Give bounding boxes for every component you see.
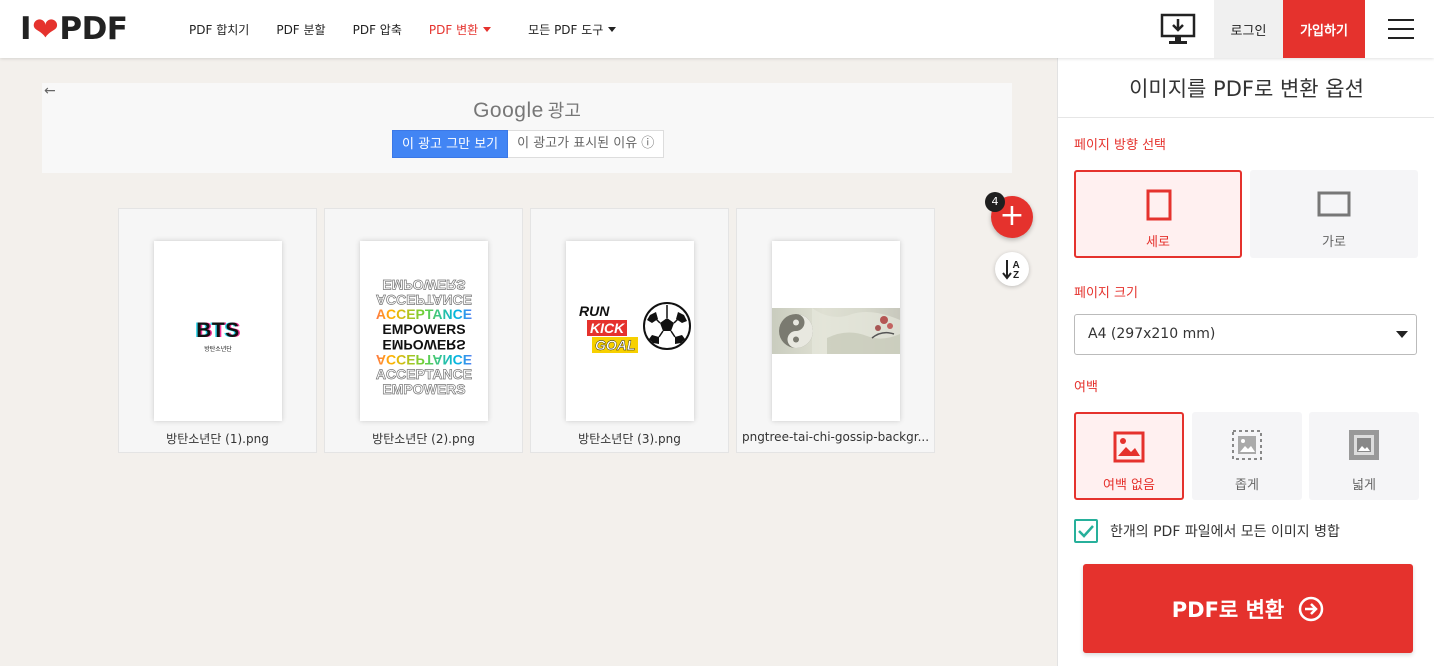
google-wordmark: Google: [473, 99, 544, 122]
option-label: 여백 없음: [1103, 478, 1155, 493]
svg-text:Z: Z: [1013, 270, 1019, 281]
thumb-line: GOAL: [592, 337, 639, 353]
file-thumbnail: BTS 방탄소년단: [154, 241, 282, 421]
login-button[interactable]: 로그인: [1214, 0, 1283, 58]
nav-convert-label: PDF 변환: [428, 22, 479, 37]
nav-split-pdf[interactable]: PDF 분할: [276, 21, 325, 38]
margin-small-option[interactable]: 좁게: [1192, 412, 1302, 500]
nav-merge-pdf[interactable]: PDF 합치기: [189, 21, 249, 38]
file-thumbnail: [772, 241, 900, 421]
ilovepdf-logo[interactable]: I ❤ PDF: [20, 10, 128, 48]
file-card[interactable]: pngtree-tai-chi-gossip-backgr...: [736, 208, 935, 453]
ad-label: 광고: [547, 101, 581, 122]
orientation-landscape-option[interactable]: 가로: [1250, 170, 1418, 258]
convert-to-pdf-button[interactable]: PDF로 변환: [1083, 564, 1413, 653]
caret-down-icon: [608, 26, 617, 32]
thumb-line: EMPOWERS: [382, 277, 466, 294]
thumb-line: ACCEPTANCE: [375, 366, 473, 382]
option-label: 넓게: [1352, 478, 1376, 493]
merge-option[interactable]: 한개의 PDF 파일에서 모든 이미지 병합: [1074, 519, 1340, 543]
orientation-portrait-option[interactable]: 세로: [1074, 170, 1242, 258]
thumb-line: EMPOWERS: [382, 381, 466, 397]
logo-text-pdf: PDF: [59, 11, 128, 47]
image-small-margin-icon: [1232, 430, 1262, 460]
file-name: pngtree-tai-chi-gossip-backgr...: [741, 430, 930, 444]
image-no-margin-icon: [1113, 431, 1145, 463]
portrait-page-icon: [1146, 189, 1172, 221]
thumb-subtitle: 방탄소년단: [204, 346, 232, 353]
thumb-line: ACCEPTANCE: [360, 307, 488, 322]
logo-letter-i: I: [20, 11, 32, 47]
options-panel: 이미지를 PDF로 변환 옵션 페이지 방향 선택 세로 가로 페이지 크기 A…: [1057, 58, 1434, 666]
thumb-line: RUN: [579, 303, 610, 319]
main-nav: PDF 합치기 PDF 분할 PDF 압축 PDF 변환 모든 PDF 도구: [189, 0, 643, 58]
thumb-title: BTS: [196, 319, 240, 342]
desktop-download-icon[interactable]: [1160, 12, 1196, 46]
nav-compress-pdf[interactable]: PDF 압축: [353, 21, 402, 38]
nav-all-tools-label: 모든 PDF 도구: [528, 22, 604, 37]
acceptance-graphic: EMPOWERS ACCEPTANCE ACCEPTANCE EMPOWERS …: [360, 277, 488, 397]
option-label: 좁게: [1235, 478, 1259, 493]
margin-big-option[interactable]: 넓게: [1309, 412, 1419, 500]
arrow-right-circle-icon: [1298, 596, 1324, 621]
thumb-line: EMPOWERS: [382, 321, 466, 337]
file-thumbnail: EMPOWERS ACCEPTANCE ACCEPTANCE EMPOWERS …: [360, 241, 488, 421]
option-label: 가로: [1322, 235, 1346, 250]
page-size-label: 페이지 크기: [1074, 286, 1138, 301]
signup-button[interactable]: 가입하기: [1283, 0, 1365, 58]
why-ad-button[interactable]: 이 광고가 표시된 이유 ⓘ: [508, 130, 665, 158]
yin-yang-icon: [779, 308, 900, 354]
file-name: 방탄소년단 (2).png: [372, 432, 475, 446]
landscape-page-icon: [1317, 191, 1351, 217]
ad-brand: Google 광고: [42, 97, 1012, 123]
image-big-margin-icon: [1349, 430, 1379, 460]
chevron-down-icon: [1396, 331, 1408, 338]
menu-icon[interactable]: [1388, 19, 1414, 39]
bts-logo: BTS 방탄소년단: [154, 319, 282, 353]
stop-ad-button[interactable]: 이 광고 그만 보기: [392, 130, 509, 158]
file-name: 방탄소년단 (1).png: [166, 432, 269, 446]
tai-chi-image: [772, 308, 900, 354]
file-card[interactable]: EMPOWERS ACCEPTANCE ACCEPTANCE EMPOWERS …: [324, 208, 523, 453]
margin-none-option[interactable]: 여백 없음: [1074, 412, 1184, 500]
sort-az-icon: A Z: [1002, 260, 1020, 281]
orientation-label: 페이지 방향 선택: [1074, 138, 1166, 153]
thumb-line: ACCEPTANCE: [360, 352, 488, 368]
top-header: I ❤ PDF PDF 합치기 PDF 분할 PDF 압축 PDF 변환 모든 …: [0, 0, 1434, 58]
merge-checkbox[interactable]: [1074, 519, 1098, 543]
soccer-ball-icon: [643, 302, 691, 350]
page-size-value: A4 (297x210 mm): [1088, 326, 1216, 342]
ad-banner: ← Google 광고 이 광고 그만 보기 이 광고가 표시된 이유 ⓘ: [42, 83, 1012, 173]
thumb-line: EMPOWERS: [382, 337, 466, 353]
panel-title: 이미지를 PDF로 변환 옵션: [1058, 58, 1434, 118]
thumb-line: ACCEPTANCE: [375, 292, 473, 309]
convert-label: PDF로 변환: [1171, 597, 1285, 622]
merge-label: 한개의 PDF 파일에서 모든 이미지 병합: [1110, 524, 1340, 540]
margin-label: 여백: [1074, 380, 1098, 395]
nav-convert-pdf[interactable]: PDF 변환: [428, 21, 492, 38]
thumb-line: KICK: [587, 320, 628, 336]
file-count-badge: 4: [985, 192, 1005, 212]
file-card[interactable]: RUN KICK GOAL 방탄소년단 (3).png: [530, 208, 729, 453]
file-card[interactable]: BTS 방탄소년단 방탄소년단 (1).png: [118, 208, 317, 453]
run-kick-goal-graphic: RUN KICK GOAL: [576, 301, 691, 357]
ad-feedback-buttons: 이 광고 그만 보기 이 광고가 표시된 이유 ⓘ: [392, 130, 665, 158]
sort-az-button[interactable]: A Z: [995, 252, 1029, 286]
option-label: 세로: [1146, 235, 1170, 250]
nav-all-tools[interactable]: 모든 PDF 도구: [528, 21, 617, 38]
heart-icon: ❤: [32, 10, 59, 48]
file-thumbnail: RUN KICK GOAL: [566, 241, 694, 421]
page-size-select[interactable]: A4 (297x210 mm): [1074, 314, 1417, 355]
file-name: 방탄소년단 (3).png: [578, 432, 681, 446]
check-icon: [1078, 525, 1094, 538]
caret-down-icon: [483, 26, 492, 32]
